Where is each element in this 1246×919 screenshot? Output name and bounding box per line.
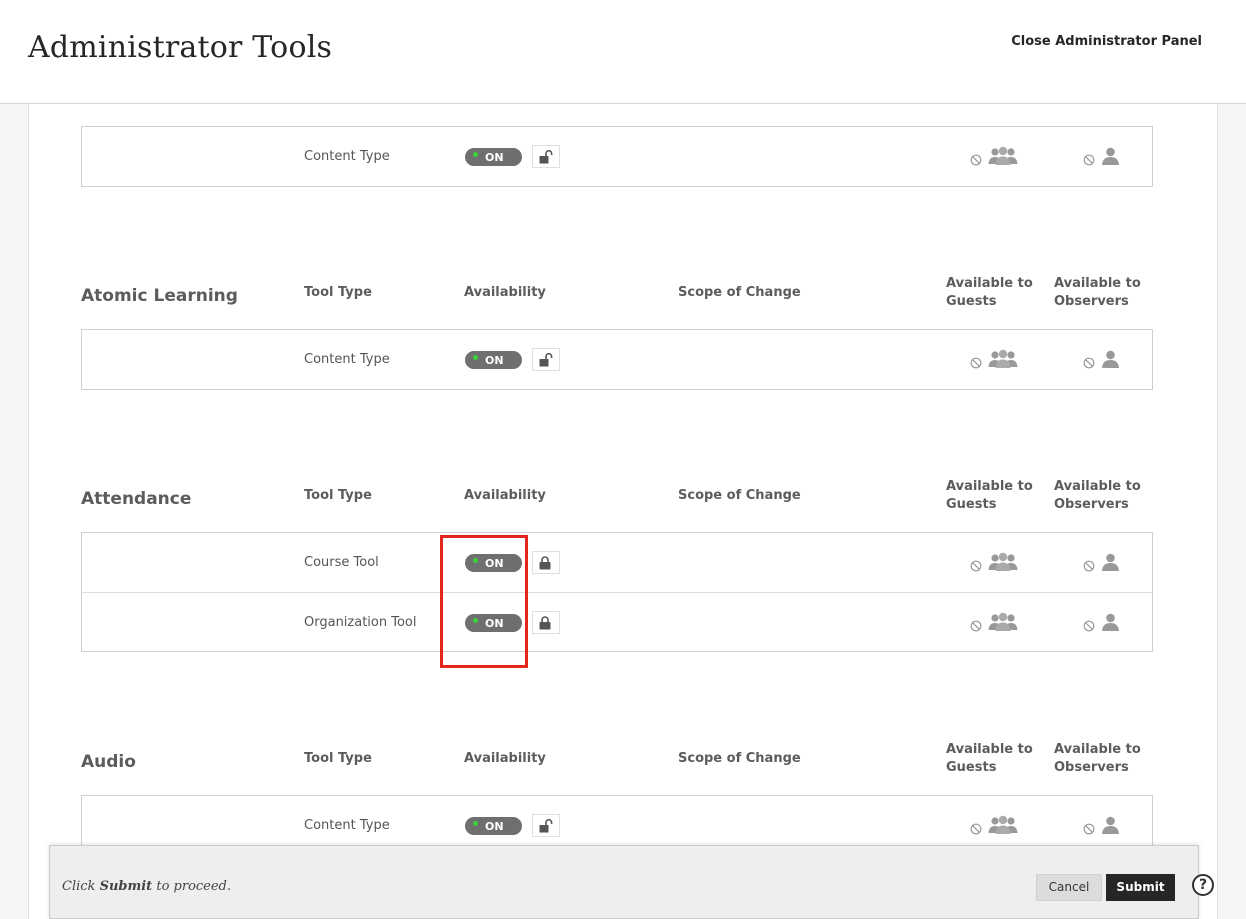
availability-toggle[interactable]: ON [465,554,522,572]
group-icon[interactable] [988,552,1018,575]
availability-toggle[interactable]: ON [465,148,522,166]
table-row: Content Type ON [82,127,1152,186]
col-scope-of-change: Scope of Change [678,285,801,300]
table-row: Organization Tool ON [82,592,1152,651]
status-dot [473,821,478,826]
group-icon[interactable] [988,612,1018,635]
availability-toggle[interactable]: ON [465,614,522,632]
col-available-to-guests: Available to Guests [946,742,1033,775]
col-scope-of-change: Scope of Change [678,751,801,766]
toggle-label: ON [485,617,504,630]
tools-list: Content Type ON Atomic Learning Tool Type Av… [28,104,1218,919]
cancel-button[interactable]: Cancel [1036,874,1102,901]
submit-button[interactable]: Submit [1106,874,1175,901]
top-bar: Administrator Tools Close Administrator … [0,0,1246,104]
help-icon[interactable]: ? [1192,874,1214,896]
col-available-to-observers: Available to Observers [1054,276,1141,309]
toggle-label: ON [485,557,504,570]
col-tool-type: Tool Type [304,488,372,503]
not-allowed-icon [1083,354,1095,373]
col-available-to-observers: Available to Observers [1054,742,1141,775]
user-icon[interactable] [1101,816,1120,838]
toggle-label: ON [485,151,504,164]
lock-button[interactable] [532,551,560,574]
table-row: Content Type ON [82,330,1152,389]
table-row: Course Tool ON [82,533,1152,592]
unlock-button[interactable] [532,145,560,168]
not-allowed-icon [1083,617,1095,636]
group-icon[interactable] [988,146,1018,169]
group-icon[interactable] [988,815,1018,838]
user-icon[interactable] [1101,613,1120,635]
footer-bar: Click Submit to proceed. Cancel Submit [49,845,1199,919]
not-allowed-icon [1083,820,1095,839]
section-title-2: Attendance [81,489,192,509]
section-title-1: Atomic Learning [81,286,238,306]
col-availability: Availability [464,285,546,300]
not-allowed-icon [970,557,982,576]
not-allowed-icon [970,151,982,170]
tool-type-label: Content Type [304,818,390,833]
not-allowed-icon [1083,151,1095,170]
col-available-to-guests: Available to Guests [946,479,1033,512]
tool-type-label: Content Type [304,352,390,367]
tool-table: Course Tool ON Organization Tool ON [81,532,1153,652]
tool-type-label: Organization Tool [304,615,417,630]
user-icon[interactable] [1101,553,1120,575]
group-icon[interactable] [988,349,1018,372]
tool-table: Content Type ON [81,126,1153,187]
col-tool-type: Tool Type [304,285,372,300]
not-allowed-icon [1083,557,1095,576]
close-admin-panel-link[interactable]: Close Administrator Panel [1011,34,1202,49]
not-allowed-icon [970,354,982,373]
status-dot [473,355,478,360]
tool-type-label: Course Tool [304,555,379,570]
not-allowed-icon [970,617,982,636]
unlock-button[interactable] [532,348,560,371]
footer-message: Click Submit to proceed. [62,879,232,894]
status-dot [473,152,478,157]
col-available-to-guests: Available to Guests [946,276,1033,309]
tool-type-label: Content Type [304,149,390,164]
lock-button[interactable] [532,611,560,634]
page-title: Administrator Tools [28,30,333,65]
availability-toggle[interactable]: ON [465,351,522,369]
unlock-button[interactable] [532,814,560,837]
col-available-to-observers: Available to Observers [1054,479,1141,512]
availability-toggle[interactable]: ON [465,817,522,835]
status-dot [473,618,478,623]
tool-table: Content Type ON [81,329,1153,390]
section-title-3: Audio [81,752,136,772]
col-scope-of-change: Scope of Change [678,488,801,503]
col-availability: Availability [464,751,546,766]
col-availability: Availability [464,488,546,503]
not-allowed-icon [970,820,982,839]
user-icon[interactable] [1101,147,1120,169]
toggle-label: ON [485,354,504,367]
user-icon[interactable] [1101,350,1120,372]
col-tool-type: Tool Type [304,751,372,766]
toggle-label: ON [485,820,504,833]
status-dot [473,558,478,563]
